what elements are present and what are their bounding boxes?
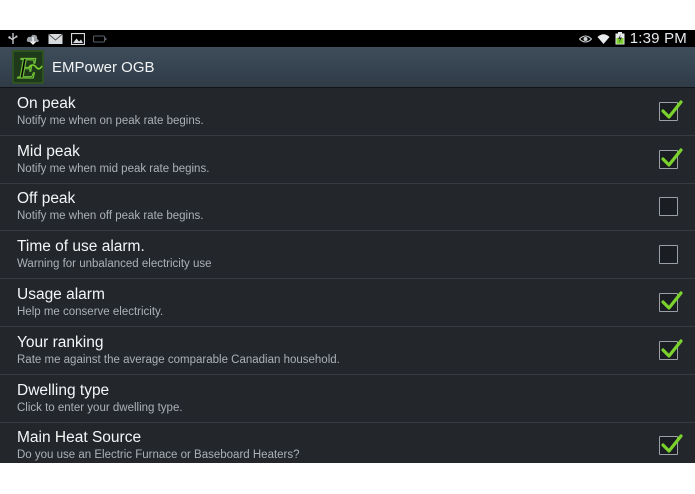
pref-text: Main Heat Source Do you use an Electric … [17,428,659,463]
checkmark-icon [661,100,683,119]
on-peak-checkbox[interactable] [659,100,683,121]
pref-title: Dwelling type [17,381,110,399]
checkmark-icon [661,434,683,454]
empty-widget-slot [659,388,679,408]
pref-title: Your ranking [17,333,104,351]
pref-summary: Do you use an Electric Furnace or Basebo… [17,449,300,462]
wifi-icon [597,33,610,45]
pref-title: Off peak [17,190,76,208]
pref-text: On peak Notify me when on peak rate begi… [17,94,659,129]
pref-text: Usage alarm Help me conserve electricity… [17,285,659,320]
pref-your-ranking[interactable]: Your ranking Rate me against the average… [0,327,695,375]
preferences-list: On peak Notify me when on peak rate begi… [0,88,695,463]
pref-usage-alarm[interactable]: Usage alarm Help me conserve electricity… [0,279,695,327]
pref-summary: Help me conserve electricity. [17,306,164,319]
pref-title: Mid peak [17,142,80,160]
logo-letter: E [17,52,36,84]
status-bar: 1:39 PM [0,30,695,47]
download-icon [26,33,40,45]
pref-text: Mid peak Notify me when mid peak rate be… [17,142,659,177]
pref-summary: Rate me against the average comparable C… [17,353,340,366]
app-title: EMPower OGB [52,58,155,76]
mid-peak-checkbox[interactable] [659,148,683,169]
pref-text: Dwelling type Click to enter your dwelli… [17,381,659,416]
mail-icon [48,33,63,45]
pref-text: Your ranking Rate me against the average… [17,333,659,368]
your-ranking-checkbox[interactable] [659,339,683,360]
usage-alarm-checkbox[interactable] [659,291,683,313]
eye-icon [578,33,592,45]
action-bar: E EMPower OGB [0,47,695,88]
notification-icons [8,32,107,45]
checkmark-icon [661,339,683,358]
pref-dwelling-type[interactable]: Dwelling type Click to enter your dwelli… [0,375,695,423]
pref-title: Time of use alarm. [17,238,145,256]
battery-charging-icon [615,32,625,45]
checkmark-icon [661,148,683,167]
battery-outline-icon [93,33,107,45]
pref-title: Main Heat Source [17,429,142,447]
checkmark-icon [661,291,683,310]
pref-on-peak[interactable]: On peak Notify me when on peak rate begi… [0,88,695,136]
pref-summary: Notify me when off peak rate begins. [17,210,204,223]
main-heat-source-checkbox[interactable] [659,434,683,456]
pref-time-of-use-alarm[interactable]: Time of use alarm. Warning for unbalance… [0,231,695,280]
pref-title: On peak [17,94,76,112]
clock: 1:39 PM [629,30,687,47]
off-peak-checkbox[interactable] [659,197,678,217]
pref-title: Usage alarm [17,286,105,304]
pref-summary: Notify me when on peak rate begins. [17,114,204,127]
pref-mid-peak[interactable]: Mid peak Notify me when mid peak rate be… [0,136,695,184]
usb-icon [8,32,18,45]
pref-summary: Click to enter your dwelling type. [17,401,183,414]
system-icons: 1:39 PM [578,30,687,47]
pref-summary: Notify me when mid peak rate begins. [17,162,210,175]
pref-summary: Warning for unbalanced electricity use [17,258,212,271]
pref-text: Time of use alarm. Warning for unbalance… [17,237,659,272]
pref-main-heat-source[interactable]: Main Heat Source Do you use an Electric … [0,423,695,463]
image-icon [71,32,85,45]
app-screen: 1:39 PM E EMPower OGB On peak Notify me … [0,30,695,463]
pref-off-peak[interactable]: Off peak Notify me when off peak rate be… [0,184,695,232]
pref-text: Off peak Notify me when off peak rate be… [17,189,659,224]
app-logo-icon[interactable]: E [12,50,44,84]
time-of-use-alarm-checkbox[interactable] [659,245,678,265]
